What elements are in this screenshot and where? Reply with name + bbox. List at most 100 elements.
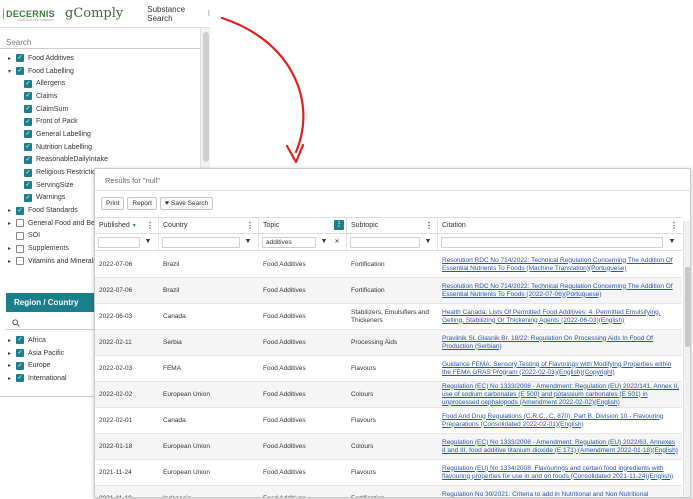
citation-link[interactable]: Food And Drug Regulations (C.R.C., C. 87… — [438, 408, 680, 433]
citation-link[interactable]: Resolution RDC No 714/2022: Technical Re… — [438, 278, 680, 303]
checkbox-unchecked[interactable] — [16, 244, 24, 253]
filter-cell-subtopic: ▼ — [347, 234, 438, 250]
table-row[interactable]: 2022-07-06 Brazil Food Additives Fortificat… — [95, 252, 682, 278]
table-row[interactable]: 2022-02-11 Serbia Food Additives Processing… — [95, 330, 682, 356]
checkbox-unchecked[interactable] — [16, 219, 24, 228]
column-header-topic[interactable]: Topic ⋮ — [259, 218, 347, 234]
filter-input-citation[interactable] — [441, 237, 663, 248]
nav-item-cut[interactable]: I — [208, 9, 210, 18]
citation-link[interactable]: Guidance FEMA: Sensory Testing of Flavor… — [438, 356, 680, 381]
caret-right-icon[interactable]: ▸ — [8, 207, 16, 214]
column-menu-icon[interactable]: ⋮ — [670, 221, 678, 230]
checkbox-checked[interactable]: ✓ — [16, 336, 24, 345]
tree-item[interactable]: ✓ Allergens — [0, 77, 200, 90]
filter-icon[interactable]: ▼ — [143, 237, 153, 247]
filter-icon[interactable]: ▼ — [667, 237, 677, 247]
citation-link[interactable]: Regulation No 30/2021: Criteria to add i… — [438, 486, 680, 498]
caret-right-icon[interactable]: ▸ — [8, 337, 16, 344]
caret-right-icon[interactable]: ▸ — [8, 245, 16, 252]
filter-icon[interactable]: ▼ — [319, 237, 329, 247]
sort-down-icon: ▼ — [131, 223, 137, 229]
caret-right-icon[interactable]: ▸ — [8, 220, 16, 227]
citation-link[interactable]: Resolution RDC No 714/2022: Technical Re… — [438, 252, 680, 277]
citation-link[interactable]: Health Canada: Lists Of Permitted Food A… — [438, 304, 680, 329]
checkbox-checked[interactable]: ✓ — [24, 143, 32, 152]
filter-icon[interactable]: ▼ — [423, 237, 433, 247]
filter-input-country[interactable] — [162, 237, 240, 248]
checkbox-checked[interactable]: ✓ — [24, 92, 32, 101]
caret-right-icon[interactable]: ▸ — [8, 375, 16, 382]
cell-topic: Food Additives — [263, 260, 306, 268]
report-button[interactable]: Report — [127, 197, 157, 210]
tree-item[interactable]: ✓ Nutrition Labelling — [0, 141, 200, 154]
column-label-subtopic: Subtopic — [351, 222, 379, 229]
table-row[interactable]: 2022-07-06 Brazil Food Additives Fortificat… — [95, 278, 682, 304]
caret-right-icon[interactable]: ▸ — [8, 362, 16, 369]
column-header-published[interactable]: Published ▼ ⋮ — [95, 218, 159, 234]
tree-item[interactable]: ▾ ✓ Food Labelling — [0, 65, 200, 78]
filter-input-subtopic[interactable] — [350, 237, 420, 248]
filter-input-published[interactable] — [98, 237, 140, 248]
checkbox-unchecked[interactable] — [16, 231, 24, 240]
checkbox-checked[interactable]: ✓ — [24, 105, 32, 114]
print-button[interactable]: Print — [101, 197, 125, 210]
checkbox-unchecked[interactable] — [16, 257, 24, 266]
nav-substance-search[interactable]: Substance Search — [147, 5, 202, 23]
table-row[interactable]: 2021-11-24 European Union Food Additives Fl… — [95, 460, 682, 486]
table-row[interactable]: 2022-02-02 European Union Food Additives Co… — [95, 382, 682, 408]
table-row[interactable]: 2022-06-03 Canada Food Additives Stabilizer… — [95, 304, 682, 330]
tree-item[interactable]: ✓ ClaimSum — [0, 103, 200, 116]
left-scrollbar-thumb[interactable] — [203, 32, 209, 162]
checkbox-checked[interactable]: ✓ — [16, 361, 24, 370]
checkbox-checked[interactable]: ✓ — [24, 117, 32, 126]
checkbox-checked[interactable]: ✓ — [24, 155, 32, 164]
checkbox-checked[interactable]: ✓ — [16, 349, 24, 358]
tree-item[interactable]: ✓ Claims — [0, 90, 200, 103]
tree-item[interactable]: ✓ Front of Pack — [0, 115, 200, 128]
column-header-country[interactable]: Country ⋮ — [159, 218, 259, 234]
column-header-citation[interactable]: Citation ⋮ — [438, 218, 682, 234]
filter-icon[interactable]: ▼ — [243, 237, 253, 247]
citation-link[interactable]: Regulation (EC) No 1333/2008 - Amendment… — [438, 382, 680, 407]
checkbox-checked[interactable]: ✓ — [24, 130, 32, 139]
column-menu-icon[interactable]: ⋮ — [425, 221, 433, 230]
decernis-logo[interactable]: DECERNIS A FISCALNOTE COMPANY — [3, 4, 55, 24]
checkbox-checked[interactable]: ✓ — [24, 193, 32, 202]
citation-link[interactable]: Regulation (EC) No 1333/2008 - Amendment… — [438, 434, 680, 459]
column-menu-icon[interactable]: ⋮ — [146, 221, 154, 230]
checkbox-checked[interactable]: ✓ — [16, 67, 24, 76]
save-search-button[interactable]: ♥ Save Search — [159, 197, 214, 210]
clear-filter-icon[interactable]: ✕ — [332, 237, 342, 247]
cell-topic: Food Additives — [263, 468, 306, 476]
tree-item[interactable]: ✓ General Labelling — [0, 128, 200, 141]
cell-subtopic: Flavours — [351, 416, 376, 424]
checkbox-checked[interactable]: ✓ — [16, 54, 24, 63]
citation-link[interactable]: Pravilnik Sl. Glasnik Br. 18/22: Regulat… — [438, 330, 680, 355]
search-input[interactable]: Search — [6, 38, 31, 47]
table-row[interactable]: 2022-02-01 Canada Food Additives Flavours Fo… — [95, 408, 682, 434]
column-menu-icon[interactable]: ⋮ — [334, 220, 344, 230]
caret-right-icon[interactable]: ▸ — [8, 55, 16, 62]
tree-item-label: General Labelling — [36, 130, 91, 138]
checkbox-checked[interactable]: ✓ — [24, 168, 32, 177]
filter-input-topic[interactable]: additives — [262, 237, 316, 248]
table-row[interactable]: 2022-01-18 European Union Food Additives Co… — [95, 434, 682, 460]
table-row[interactable]: 2021-11-19 Indonesia Food Additives Fortifi… — [95, 486, 682, 498]
checkbox-checked[interactable]: ✓ — [16, 206, 24, 215]
citation-link[interactable]: Regulation (EU) No 1334/2008: Flavouring… — [438, 460, 680, 485]
caret-down-icon[interactable]: ▾ — [8, 68, 16, 75]
grid-scrollbar[interactable] — [683, 221, 690, 497]
table-row[interactable]: 2022-02-03 FEMA Food Additives Flavours Guid… — [95, 356, 682, 382]
column-menu-icon[interactable]: ⋮ — [246, 221, 254, 230]
tree-item[interactable]: ✓ ReasonableDailyIntake — [0, 154, 200, 167]
caret-right-icon[interactable]: ▸ — [8, 258, 16, 265]
caret-right-icon[interactable]: ▸ — [8, 350, 16, 357]
checkbox-checked[interactable]: ✓ — [24, 79, 32, 88]
checkbox-checked[interactable]: ✓ — [24, 181, 32, 190]
tree-item[interactable]: ▸ ✓ Food Additives — [0, 52, 200, 65]
checkbox-checked[interactable]: ✓ — [16, 374, 24, 383]
tree-item-label: Claims — [36, 92, 58, 100]
grid-scrollbar-thumb[interactable] — [685, 267, 690, 347]
check-icon: ✓ — [25, 93, 31, 100]
column-header-subtopic[interactable]: Subtopic ⋮ — [347, 218, 438, 234]
